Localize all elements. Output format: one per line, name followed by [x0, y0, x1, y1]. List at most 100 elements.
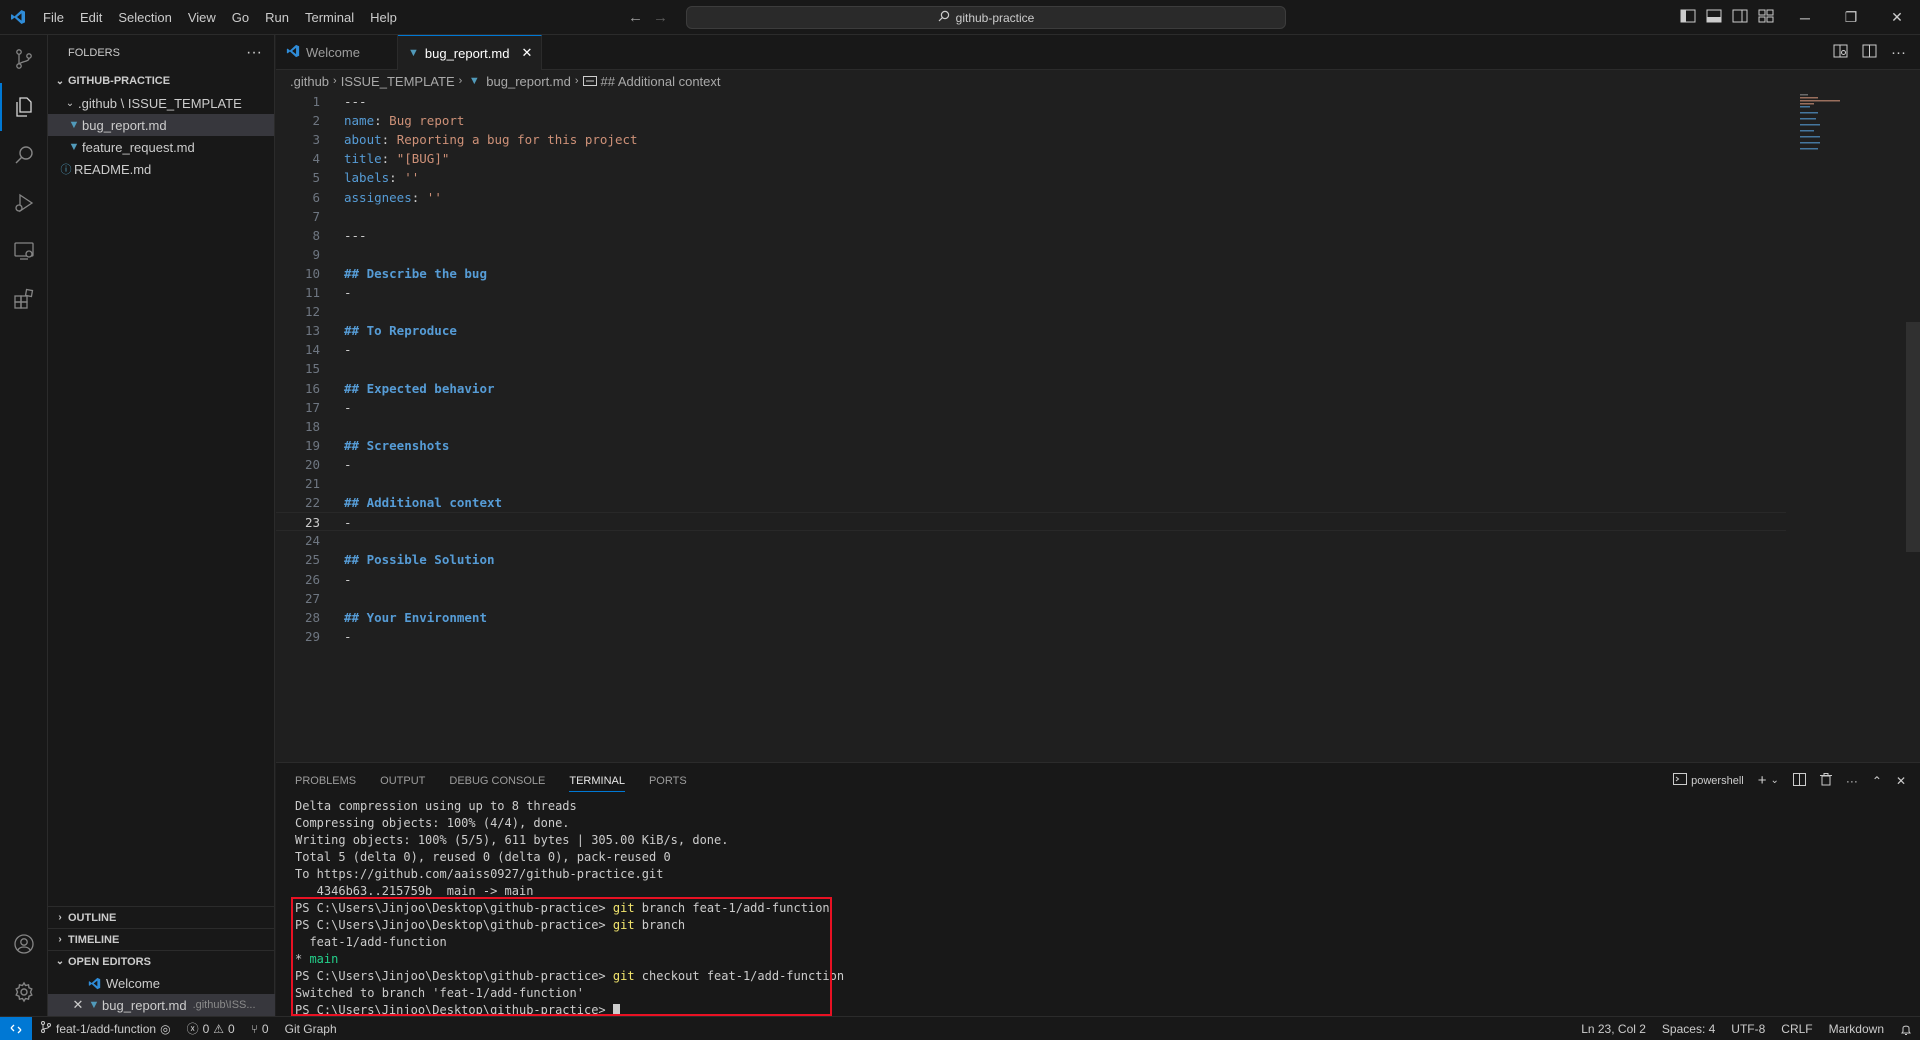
file-readme[interactable]: ⓘ README.md: [48, 158, 274, 180]
error-icon: ⓧ: [186, 1022, 199, 1036]
explorer-icon[interactable]: [0, 83, 48, 131]
toggle-panel-icon[interactable]: [1706, 9, 1722, 26]
git-graph-button[interactable]: Git Graph: [277, 1017, 345, 1040]
open-editors-section[interactable]: ⌄ OPEN EDITORS: [48, 950, 275, 972]
split-terminal-icon[interactable]: [1792, 772, 1806, 789]
breadcrumb-item[interactable]: ISSUE_TEMPLATE: [341, 74, 455, 89]
markdown-file-icon: ▼: [408, 47, 419, 59]
toggle-secondary-sidebar-icon[interactable]: [1732, 9, 1748, 26]
maximize-panel-icon[interactable]: ⌃: [1872, 774, 1882, 788]
breadcrumb-item[interactable]: .github: [290, 74, 329, 89]
minimap[interactable]: [1800, 92, 1860, 152]
split-editor-icon[interactable]: [1862, 44, 1877, 61]
menu-item-help[interactable]: Help: [362, 0, 405, 35]
code-text: -: [344, 340, 352, 359]
menu-item-edit[interactable]: Edit: [72, 0, 110, 35]
branch-indicator[interactable]: feat-1/add-function ◎: [32, 1017, 179, 1040]
minimize-button[interactable]: ─: [1782, 0, 1828, 35]
forward-arrow-icon[interactable]: →: [653, 9, 668, 26]
file-bug-report[interactable]: ▼ bug_report.md: [48, 114, 274, 136]
problems-indicator[interactable]: ⓧ 0 ⚠ 0: [179, 1017, 243, 1040]
code-text: ## To Reproduce: [344, 321, 457, 340]
settings-gear-icon[interactable]: [0, 968, 48, 1016]
encoding[interactable]: UTF-8: [1723, 1017, 1773, 1040]
symbol-string-icon: [582, 74, 597, 89]
trash-icon[interactable]: [1819, 772, 1832, 789]
open-preview-icon[interactable]: [1833, 44, 1848, 61]
line-number: 11: [304, 285, 320, 300]
tab-ports[interactable]: PORTS: [649, 775, 687, 787]
breadcrumb-item[interactable]: ## Additional context: [601, 74, 721, 89]
line-number: 4: [312, 151, 320, 167]
chevron-down-icon[interactable]: ⌄: [1770, 775, 1778, 786]
terminal-shell-indicator[interactable]: powershell: [1673, 773, 1744, 788]
workspace-root[interactable]: ⌄ GITHUB-PRACTICE: [48, 70, 274, 92]
restore-button[interactable]: ❐: [1828, 0, 1874, 35]
terminal[interactable]: Delta compression using up to 8 threads C…: [295, 798, 1900, 1017]
menu-item-selection[interactable]: Selection: [110, 0, 179, 35]
open-editor-welcome[interactable]: Welcome: [48, 972, 275, 994]
tab-bug-report[interactable]: ▼ bug_report.md ✕: [398, 35, 542, 70]
run-and-debug-icon[interactable]: [0, 179, 48, 227]
accounts-icon[interactable]: [0, 920, 48, 968]
close-panel-icon[interactable]: ✕: [1896, 774, 1906, 788]
menu-item-run[interactable]: Run: [257, 0, 297, 35]
title-bar: File Edit Selection View Go Run Terminal Help ←…: [0, 0, 1920, 35]
timeline-section[interactable]: › TIMELINE: [48, 928, 275, 950]
cursor-position[interactable]: Ln 23, Col 2: [1573, 1017, 1654, 1040]
breadcrumb-item[interactable]: bug_report.md: [486, 74, 571, 89]
window-controls: ─ ❐ ✕: [1782, 0, 1920, 35]
chevron-right-icon: ›: [458, 75, 463, 87]
code-text: ---: [344, 226, 367, 245]
yaml-key: assignees: [344, 189, 412, 205]
back-arrow-icon[interactable]: ←: [628, 9, 643, 26]
code-editor[interactable]: 1 --- 2 name: Bug report 3 about: Reporting a…: [276, 92, 1920, 762]
tab-output[interactable]: OUTPUT: [380, 775, 425, 787]
more-actions-icon[interactable]: ···: [1846, 774, 1858, 788]
ports-indicator[interactable]: ⑂ 0: [243, 1017, 277, 1040]
editor-scrollbar[interactable]: [1906, 322, 1920, 552]
menu-item-terminal[interactable]: Terminal: [297, 0, 362, 35]
line-number: 15: [304, 361, 320, 377]
terminal-output: Compressing objects: 100% (4/4), done.: [295, 816, 570, 830]
command-center-search[interactable]: github-practice: [686, 6, 1286, 29]
more-actions-icon[interactable]: ···: [246, 44, 262, 62]
search-activity-icon[interactable]: [0, 131, 48, 179]
end-of-line[interactable]: CRLF: [1773, 1017, 1820, 1040]
notifications-bell-icon[interactable]: [1892, 1017, 1920, 1040]
tab-welcome[interactable]: Welcome: [276, 35, 398, 70]
sidebar-bottom-sections: › OUTLINE › TIMELINE ⌄ OPEN EDITORS Welc…: [48, 906, 275, 1016]
source-control-icon[interactable]: [0, 35, 48, 83]
remote-indicator-icon[interactable]: [0, 1016, 32, 1040]
yaml-value: '': [426, 189, 442, 205]
tab-debug-console[interactable]: DEBUG CONSOLE: [449, 775, 545, 787]
more-actions-icon[interactable]: ···: [1891, 44, 1906, 61]
open-editor-label: bug_report.md: [102, 997, 187, 1013]
menu-item-view[interactable]: View: [180, 0, 224, 35]
indentation[interactable]: Spaces: 4: [1654, 1017, 1723, 1040]
tab-terminal[interactable]: TERMINAL: [569, 770, 625, 792]
extensions-icon[interactable]: [0, 275, 48, 323]
outline-section[interactable]: › OUTLINE: [48, 906, 275, 928]
code-line: 13 ## To Reproduce: [276, 321, 1786, 340]
close-icon[interactable]: ✕: [70, 997, 86, 1013]
file-feature-request[interactable]: ▼ feature_request.md: [48, 136, 274, 158]
code-text: ## Screenshots: [344, 436, 449, 455]
code-line: 17 -: [276, 398, 1786, 417]
toggle-primary-sidebar-icon[interactable]: [1680, 9, 1696, 26]
menu-item-file[interactable]: File: [35, 0, 72, 35]
new-terminal-icon[interactable]: +: [1758, 772, 1767, 789]
customize-layout-icon[interactable]: [1758, 9, 1774, 26]
menu-item-go[interactable]: Go: [224, 0, 257, 35]
language-mode[interactable]: Markdown: [1821, 1017, 1892, 1040]
close-window-button[interactable]: ✕: [1874, 0, 1920, 35]
terminal-line: Switched to branch 'feat-1/add-function': [295, 985, 1900, 1002]
tab-problems[interactable]: PROBLEMS: [295, 775, 356, 787]
sync-icon: ◎: [160, 1021, 171, 1036]
open-editor-bug-report[interactable]: ✕ ▼ bug_report.md .github\ISS...: [48, 994, 275, 1016]
code-text: -: [344, 283, 352, 302]
folder-issue-template[interactable]: ⌄ .github \ ISSUE_TEMPLATE: [48, 92, 274, 114]
terminal-line: PS C:\Users\Jinjoo\Desktop\github-practi…: [295, 968, 1900, 985]
remote-explorer-icon[interactable]: [0, 227, 48, 275]
close-tab-icon[interactable]: ✕: [521, 45, 532, 61]
